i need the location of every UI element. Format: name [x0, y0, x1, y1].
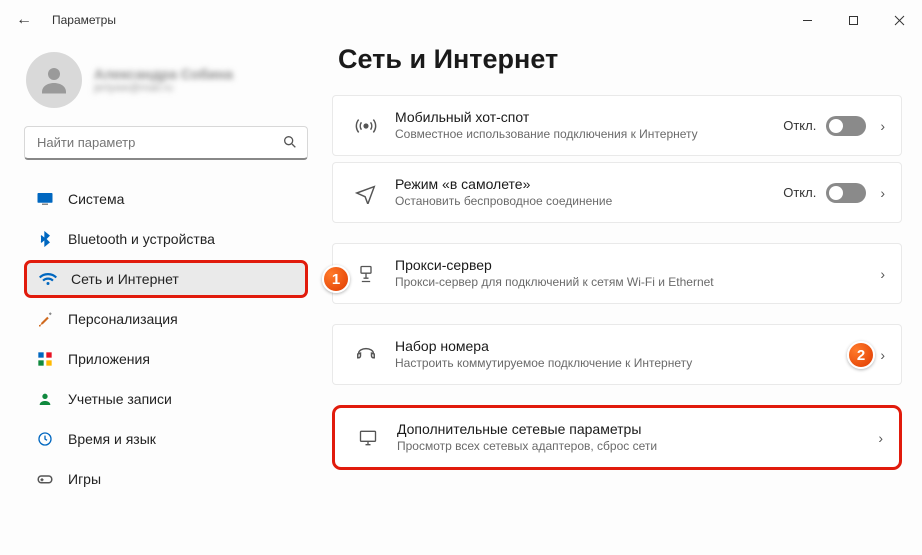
sidebar-item-time-language[interactable]: Время и язык [24, 420, 308, 458]
chevron-right-icon: › [880, 185, 885, 201]
sidebar-item-accounts[interactable]: Учетные записи [24, 380, 308, 418]
proxy-icon [351, 263, 381, 285]
status-label: Откл. [783, 185, 816, 200]
minimize-button[interactable] [784, 0, 830, 40]
sidebar-item-label: Время и язык [68, 431, 156, 447]
sidebar-item-gaming[interactable]: Игры [24, 460, 308, 498]
card-desc: Остановить беспроводное соединение [395, 194, 769, 209]
sidebar: Александра Собина jertywe@mail.ru Систем… [0, 40, 320, 555]
card-desc: Прокси-сервер для подключений к сетям Wi… [395, 275, 866, 290]
window-title: Параметры [52, 13, 116, 27]
card-title: Дополнительные сетевые параметры [397, 421, 864, 437]
page-title: Сеть и Интернет [338, 44, 902, 75]
user-block[interactable]: Александра Собина jertywe@mail.ru [26, 52, 308, 108]
toggle-airplane[interactable] [826, 183, 866, 203]
card-desc: Совместное использование подключения к И… [395, 127, 769, 142]
airplane-icon [351, 182, 381, 204]
card-desc: Настроить коммутируемое подключение к Ин… [395, 356, 866, 371]
sidebar-item-label: Система [68, 191, 124, 207]
gamepad-icon [36, 470, 54, 488]
close-button[interactable] [876, 0, 922, 40]
card-title: Мобильный хот-спот [395, 109, 769, 125]
user-email: jertywe@mail.ru [94, 82, 233, 94]
wifi-icon [39, 270, 57, 288]
sidebar-item-label: Приложения [68, 351, 150, 367]
person-icon [36, 390, 54, 408]
card-hotspot[interactable]: Мобильный хот-спот Совместное использова… [332, 95, 902, 156]
phone-icon [351, 344, 381, 366]
chevron-right-icon: › [880, 347, 885, 363]
brush-icon [36, 310, 54, 328]
chevron-right-icon: › [878, 430, 883, 446]
sidebar-item-label: Игры [68, 471, 101, 487]
card-airplane[interactable]: Режим «в самолете» Остановить беспроводн… [332, 162, 902, 223]
card-advanced-network[interactable]: Дополнительные сетевые параметры Просмот… [332, 405, 902, 470]
card-proxy[interactable]: Прокси-сервер Прокси-сервер для подключе… [332, 243, 902, 304]
monitor-icon [353, 428, 383, 448]
content: Сеть и Интернет Мобильный хот-спот Совме… [320, 40, 922, 555]
nav: Система Bluetooth и устройства Сеть и Ин… [24, 180, 308, 498]
user-name: Александра Собина [94, 66, 233, 82]
chevron-right-icon: › [880, 118, 885, 134]
sidebar-item-system[interactable]: Система [24, 180, 308, 218]
sidebar-item-label: Сеть и Интернет [71, 271, 179, 287]
sidebar-item-personalization[interactable]: Персонализация [24, 300, 308, 338]
annotation-badge-1: 1 [322, 265, 350, 293]
sidebar-item-label: Персонализация [68, 311, 178, 327]
card-dialup[interactable]: Набор номера Настроить коммутируемое под… [332, 324, 902, 385]
annotation-badge-2: 2 [847, 341, 875, 369]
sidebar-item-network[interactable]: Сеть и Интернет [24, 260, 308, 298]
status-label: Откл. [783, 118, 816, 133]
search-input[interactable] [24, 126, 308, 160]
display-icon [36, 190, 54, 208]
clock-icon [36, 430, 54, 448]
back-button[interactable]: ← [6, 5, 42, 35]
sidebar-item-label: Bluetooth и устройства [68, 231, 215, 247]
card-title: Прокси-сервер [395, 257, 866, 273]
maximize-button[interactable] [830, 0, 876, 40]
toggle-hotspot[interactable] [826, 116, 866, 136]
sidebar-item-apps[interactable]: Приложения [24, 340, 308, 378]
hotspot-icon [351, 115, 381, 137]
sidebar-item-bluetooth[interactable]: Bluetooth и устройства [24, 220, 308, 258]
search-icon [282, 134, 298, 155]
sidebar-item-label: Учетные записи [68, 391, 172, 407]
apps-icon [36, 350, 54, 368]
card-title: Режим «в самолете» [395, 176, 769, 192]
card-title: Набор номера [395, 338, 866, 354]
avatar [26, 52, 82, 108]
bluetooth-icon [36, 230, 54, 248]
card-desc: Просмотр всех сетевых адаптеров, сброс с… [397, 439, 864, 454]
chevron-right-icon: › [880, 266, 885, 282]
